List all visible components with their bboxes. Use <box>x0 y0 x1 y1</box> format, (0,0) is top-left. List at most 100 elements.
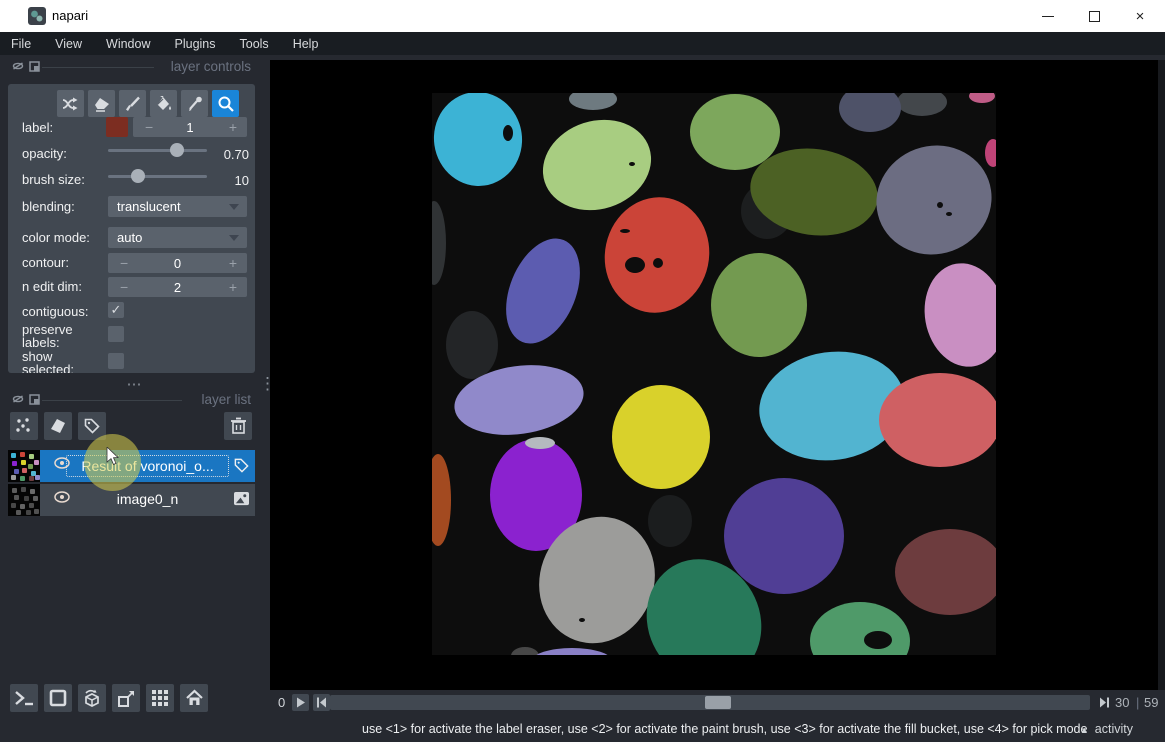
layer-row-image0-n[interactable]: image0_n <box>8 484 255 516</box>
skip-to-last-button[interactable] <box>1096 694 1113 711</box>
layer-name: image0_n <box>66 489 229 511</box>
label-spinbox[interactable]: − 1 + <box>133 117 247 137</box>
opacity-slider-handle[interactable] <box>170 143 184 157</box>
brush-size-slider[interactable] <box>108 168 207 184</box>
layer-controls-panel: label: − 1 + opacity: 0.70 brush size: 1… <box>8 84 255 373</box>
menu-view[interactable]: View <box>55 37 82 51</box>
paint-tool-button[interactable] <box>119 90 146 117</box>
play-icon <box>296 697 306 708</box>
image-layer-icon <box>233 491 250 506</box>
eraser-icon <box>93 96 111 112</box>
close-button[interactable]: × <box>1118 0 1162 32</box>
erase-tool-button[interactable] <box>88 90 115 117</box>
title-bar: napari × <box>0 0 1165 32</box>
ndisplay-square-icon <box>49 689 67 707</box>
n-edit-dim-spinbox[interactable]: − 2 + <box>108 277 247 297</box>
grid-view-button[interactable] <box>146 684 174 712</box>
activity-label: activity <box>1095 722 1133 736</box>
n-edit-dim-row-label: n edit dim: <box>22 280 82 293</box>
magnifier-icon <box>217 95 235 113</box>
preserve-labels-row-label: preserve labels: <box>22 323 102 349</box>
brush-size-slider-track[interactable] <box>108 175 207 178</box>
dims-axis-label: 0 <box>278 695 285 710</box>
menu-help[interactable]: Help <box>293 37 319 51</box>
mouse-cursor <box>106 447 121 467</box>
total-frames: 59 <box>1144 695 1158 710</box>
contour-row-label: contour: <box>22 256 69 269</box>
menu-plugins[interactable]: Plugins <box>175 37 216 51</box>
transpose-dimensions-button[interactable] <box>112 684 140 712</box>
show-selected-checkbox[interactable] <box>108 353 124 369</box>
contour-spinbox[interactable]: − 0 + <box>108 253 247 273</box>
grid-icon <box>151 689 169 707</box>
home-button[interactable] <box>180 684 208 712</box>
status-message: use <1> for activate the label eraser, u… <box>362 722 1087 736</box>
maximize-button[interactable] <box>1072 0 1116 32</box>
viewer-canvas[interactable] <box>270 60 1165 690</box>
console-button[interactable] <box>10 684 38 712</box>
menu-window[interactable]: Window <box>106 37 150 51</box>
current-frame: 30 <box>1115 695 1129 710</box>
layer-controls-title: layer controls <box>171 59 251 74</box>
dims-slider-track[interactable] <box>330 695 1090 710</box>
menu-bar: File View Window Plugins Tools Help <box>0 32 1165 55</box>
contour-increment[interactable]: + <box>229 255 237 271</box>
minimize-icon <box>1042 16 1054 17</box>
opacity-slider-track[interactable] <box>108 149 207 152</box>
home-icon <box>185 689 204 707</box>
contour-value[interactable]: 0 <box>108 256 247 271</box>
color-mode-dropdown[interactable]: auto <box>108 227 247 248</box>
header-divider <box>42 67 154 68</box>
color-picker-icon <box>187 96 203 112</box>
shuffle-colors-button[interactable] <box>57 90 84 117</box>
toggle-2d-3d-button[interactable] <box>44 684 72 712</box>
blending-value: translucent <box>117 199 181 214</box>
layer-controls-header: layer controls <box>8 58 255 76</box>
maximize-icon <box>1089 11 1100 22</box>
label-row-label: label: <box>22 121 53 134</box>
paint-brush-icon <box>125 96 141 112</box>
new-shapes-layer-button[interactable] <box>44 412 72 440</box>
menu-file[interactable]: File <box>11 37 31 51</box>
hide-panel-icon[interactable] <box>12 61 24 71</box>
chevron-up-icon: ▲ <box>1080 725 1089 735</box>
labels-layer-tag-icon <box>233 457 250 474</box>
n-edit-dim-value[interactable]: 2 <box>108 280 247 295</box>
float-panel-icon[interactable] <box>29 61 40 72</box>
window-title: napari <box>52 8 88 23</box>
delete-layer-button[interactable] <box>224 412 252 440</box>
dims-slider-row: 0 30 | 59 <box>270 690 1165 716</box>
dims-slider-handle[interactable] <box>705 696 731 709</box>
blending-dropdown[interactable]: translucent <box>108 196 247 217</box>
minimize-button[interactable] <box>1026 0 1070 32</box>
brush-size-row-label: brush size: <box>22 173 85 186</box>
color-mode-value: auto <box>117 230 142 245</box>
brush-size-slider-handle[interactable] <box>131 169 145 183</box>
label-color-swatch[interactable] <box>106 117 128 137</box>
label-increment[interactable]: + <box>229 119 237 135</box>
brush-size-value: 10 <box>235 173 249 188</box>
float-panel-icon[interactable] <box>29 394 40 405</box>
image-display[interactable] <box>432 93 996 655</box>
opacity-row-label: opacity: <box>22 147 67 160</box>
n-edit-dim-increment[interactable]: + <box>229 279 237 295</box>
picker-tool-button[interactable] <box>181 90 208 117</box>
fill-tool-button[interactable] <box>150 90 177 117</box>
transpose-icon <box>117 689 136 708</box>
fill-bucket-icon <box>155 96 173 112</box>
chevron-down-icon <box>229 204 239 210</box>
opacity-slider[interactable] <box>108 142 207 158</box>
contiguous-checkbox[interactable] <box>108 302 124 318</box>
new-points-layer-button[interactable] <box>10 412 38 440</box>
hide-panel-icon[interactable] <box>12 394 24 404</box>
zoom-pan-tool-button[interactable] <box>212 90 239 117</box>
preserve-labels-checkbox[interactable] <box>108 326 124 342</box>
play-button[interactable] <box>292 694 309 711</box>
activity-toggle[interactable]: ▲ activity <box>1080 722 1133 736</box>
napari-app-icon <box>28 7 46 25</box>
roll-dimensions-button[interactable] <box>78 684 106 712</box>
skip-to-first-button[interactable] <box>313 694 330 711</box>
menu-tools[interactable]: Tools <box>240 37 269 51</box>
shapes-icon <box>49 417 67 435</box>
show-selected-row-label: show selected: <box>22 350 102 373</box>
